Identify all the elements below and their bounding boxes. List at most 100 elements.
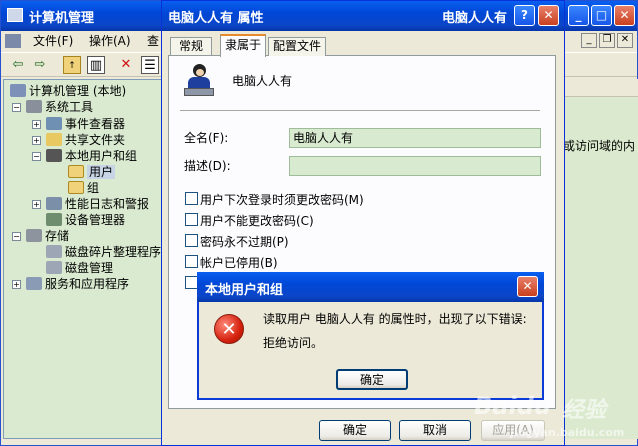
tree-item-device-manager[interactable]: 设备管理器 bbox=[46, 212, 125, 228]
error-message-line1: 读取用户 电脑人人有 的属性时，出现了以下错误: bbox=[263, 312, 527, 326]
expand-toggle[interactable]: + bbox=[12, 280, 21, 289]
child-close-button[interactable]: ✕ bbox=[617, 33, 633, 48]
tree-label: 用户 bbox=[87, 165, 116, 179]
collapse-toggle[interactable]: − bbox=[32, 152, 41, 161]
account-disabled-checkbox[interactable] bbox=[185, 255, 198, 268]
folder-icon bbox=[68, 165, 84, 178]
tree-label: 共享文件夹 bbox=[65, 133, 126, 147]
delete-icon[interactable]: ✕ bbox=[117, 56, 135, 74]
properties-title-bar: 电脑人人有 属性 电脑人人有 ? ✕ bbox=[162, 1, 564, 31]
description-field[interactable] bbox=[289, 156, 541, 176]
tree-item-local-users-groups[interactable]: 本地用户和组 bbox=[46, 148, 137, 164]
device-manager-icon bbox=[46, 213, 62, 226]
show-tree-icon[interactable]: ▥ bbox=[87, 56, 105, 74]
properties-title: 电脑人人有 属性 bbox=[168, 11, 264, 26]
app-menu-icon[interactable] bbox=[5, 34, 21, 48]
tree-label: 事件查看器 bbox=[65, 117, 126, 131]
minimize-button[interactable]: _ bbox=[568, 5, 589, 26]
tree-item-users[interactable]: 用户 bbox=[68, 164, 116, 180]
ok-button[interactable]: 确定 bbox=[319, 420, 391, 441]
console-tree: 计算机管理 (本地) − 系统工具 + 事件查看器 + 共享文件夹 − 本地用户… bbox=[3, 79, 163, 439]
tools-icon bbox=[26, 100, 42, 113]
password-never-expires-checkbox[interactable] bbox=[185, 234, 198, 247]
tab-general[interactable]: 常规 bbox=[170, 37, 212, 56]
fullname-field[interactable]: 电脑人人有 bbox=[289, 128, 541, 148]
menu-action[interactable]: 操作(A) bbox=[81, 31, 139, 51]
error-icon: ✕ bbox=[214, 314, 244, 344]
cannot-change-password-checkbox[interactable] bbox=[185, 213, 198, 226]
expand-toggle[interactable]: + bbox=[32, 200, 41, 209]
tree-item-storage[interactable]: 存储 bbox=[26, 228, 69, 244]
tree-label: 服务和应用程序 bbox=[45, 277, 130, 291]
services-icon bbox=[26, 277, 42, 290]
tree-item-groups[interactable]: 组 bbox=[68, 180, 99, 196]
divider bbox=[180, 110, 540, 111]
folder-icon bbox=[68, 181, 84, 194]
details-description-text: 或访问域的内 bbox=[563, 139, 636, 153]
storage-icon bbox=[26, 229, 42, 242]
error-message-line2: 拒绝访问。 bbox=[263, 336, 324, 350]
tree-item-disk-defragmenter[interactable]: 磁盘碎片整理程序 bbox=[46, 244, 161, 260]
tree-label: 设备管理器 bbox=[65, 213, 126, 227]
close-button[interactable]: ✕ bbox=[614, 5, 635, 26]
error-title-bar: 本地用户和组 ✕ bbox=[197, 272, 544, 302]
watermark-url: jingyan.baidu.com bbox=[510, 426, 625, 439]
must-change-password-checkbox[interactable] bbox=[185, 192, 198, 205]
event-viewer-icon bbox=[46, 117, 62, 130]
must-change-password-label: 用户下次登录时须更改密码(M) bbox=[200, 193, 364, 207]
error-title: 本地用户和组 bbox=[205, 283, 284, 298]
shared-folder-icon bbox=[46, 133, 62, 146]
tree-label: 组 bbox=[87, 181, 100, 195]
user-name-label: 电脑人人有 bbox=[232, 74, 293, 88]
users-icon bbox=[46, 149, 62, 162]
cancel-button[interactable]: 取消 bbox=[399, 420, 471, 441]
watermark-brand: Baidu bbox=[474, 392, 551, 420]
tree-item-services-apps[interactable]: 服务和应用程序 bbox=[26, 276, 129, 292]
performance-icon bbox=[46, 197, 62, 210]
properties-icon[interactable]: ☰ bbox=[141, 56, 159, 74]
tree-label: 存储 bbox=[45, 229, 70, 243]
defrag-icon bbox=[46, 245, 62, 258]
cannot-change-password-label: 用户不能更改密码(C) bbox=[200, 214, 314, 228]
expand-toggle[interactable]: + bbox=[32, 136, 41, 145]
computer-icon bbox=[7, 8, 23, 22]
expand-toggle[interactable]: + bbox=[32, 120, 41, 129]
fullname-label: 全名(F): bbox=[184, 131, 229, 145]
up-folder-icon[interactable]: ↑ bbox=[63, 56, 81, 74]
tree-label: 性能日志和警报 bbox=[65, 197, 150, 211]
user-icon bbox=[184, 64, 214, 96]
tree-item-performance-logs[interactable]: 性能日志和警报 bbox=[46, 196, 149, 212]
tree-item-root[interactable]: 计算机管理 (本地) bbox=[10, 83, 126, 99]
maximize-button[interactable]: □ bbox=[591, 5, 612, 26]
child-minimize-button[interactable]: _ bbox=[581, 33, 597, 48]
watermark: Baidu 经验 jingyan.baidu.com bbox=[470, 384, 638, 444]
password-never-expires-label: 密码永不过期(P) bbox=[200, 235, 289, 249]
tree-item-event-viewer[interactable]: 事件查看器 bbox=[46, 116, 125, 132]
help-button[interactable]: ? bbox=[514, 5, 535, 26]
tree-item-disk-management[interactable]: 磁盘管理 bbox=[46, 260, 113, 276]
forward-arrow-icon[interactable]: ⇨ bbox=[31, 56, 49, 74]
computer-icon bbox=[10, 84, 26, 97]
tree-label: 计算机管理 (本地) bbox=[29, 84, 127, 98]
tree-item-system-tools[interactable]: 系统工具 bbox=[26, 99, 93, 115]
menu-file[interactable]: 文件(F) bbox=[25, 31, 81, 51]
collapse-toggle[interactable]: − bbox=[12, 103, 21, 112]
back-arrow-icon[interactable]: ⇦ bbox=[9, 56, 27, 74]
properties-close-button[interactable]: ✕ bbox=[538, 5, 559, 26]
description-label: 描述(D): bbox=[184, 159, 231, 173]
collapse-toggle[interactable]: − bbox=[12, 232, 21, 241]
watermark-suffix: 经验 bbox=[562, 398, 607, 423]
tree-item-shared-folders[interactable]: 共享文件夹 bbox=[46, 132, 125, 148]
child-restore-button[interactable]: ❐ bbox=[599, 33, 615, 48]
error-dialog: 本地用户和组 ✕ ✕ 读取用户 电脑人人有 的属性时，出现了以下错误: 拒绝访问… bbox=[197, 272, 544, 400]
error-close-button[interactable]: ✕ bbox=[517, 276, 538, 297]
error-ok-button[interactable]: 确定 bbox=[336, 369, 408, 390]
tab-member-of[interactable]: 隶属于 bbox=[220, 34, 266, 57]
tree-label: 本地用户和组 bbox=[65, 149, 138, 163]
properties-title-user: 电脑人人有 bbox=[442, 11, 508, 26]
tree-label: 磁盘管理 bbox=[65, 261, 114, 275]
account-disabled-label: 帐户已停用(B) bbox=[200, 256, 278, 270]
disk-icon bbox=[46, 261, 62, 274]
main-title: 计算机管理 bbox=[29, 11, 95, 26]
tab-profile[interactable]: 配置文件 bbox=[268, 37, 326, 56]
